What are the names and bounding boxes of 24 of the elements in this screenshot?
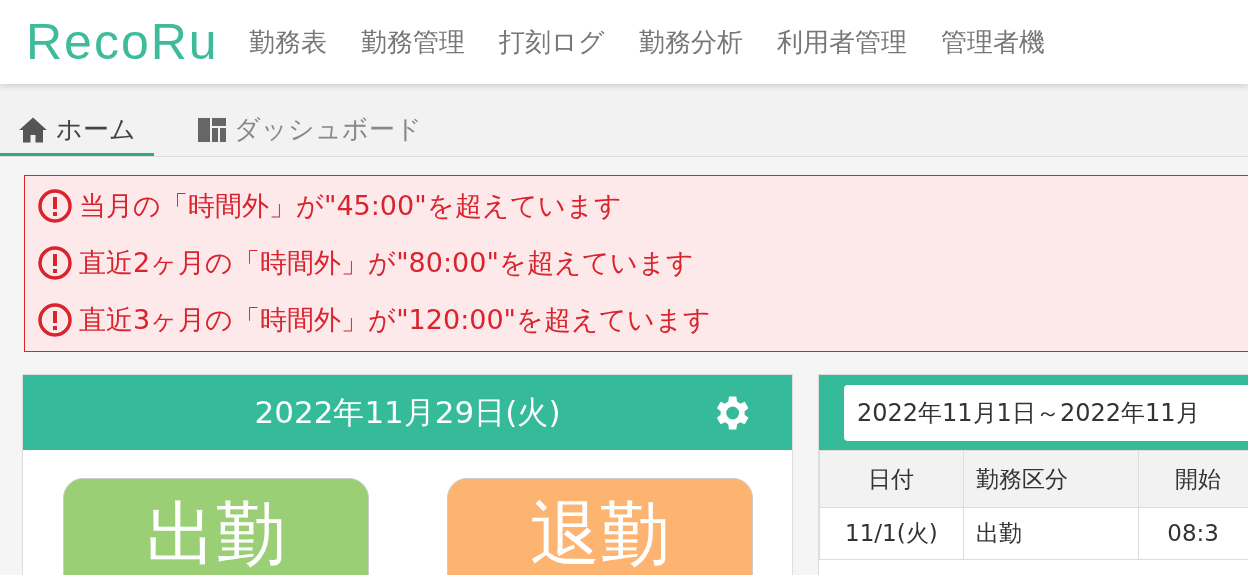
nav-link[interactable]: 利用者管理 — [776, 22, 907, 62]
nav-link[interactable]: 勤務表 — [248, 22, 327, 62]
warning-icon — [37, 302, 73, 338]
column-header: 勤務区分 — [963, 450, 1139, 508]
date-heading: 2022年11月29日(火) — [254, 393, 561, 433]
home-icon — [18, 115, 48, 144]
nav-link[interactable]: 勤務管理 — [360, 22, 465, 62]
nav-tab[interactable]: ダッシュボード — [180, 106, 440, 156]
warning-icon — [37, 188, 73, 224]
app-logo[interactable]: RecoRu — [26, 17, 219, 67]
column-header: 開始 — [1138, 450, 1248, 508]
nav-link[interactable]: 打刻ログ — [498, 22, 605, 62]
nav-link[interactable]: 管理者機 — [940, 22, 1045, 62]
nav-link[interactable]: 勤務分析 — [638, 22, 743, 62]
table-cell: 11/1(火) — [819, 507, 964, 560]
alert-message: 直近2ヶ月の「時間外」が"80:00"を超えています — [79, 246, 694, 280]
column-header: 日付 — [819, 450, 964, 508]
period-field[interactable]: 2022年11月1日～2022年11月 — [844, 385, 1248, 441]
alert-message: 当月の「時間外」が"45:00"を超えています — [79, 189, 622, 223]
table-cell: 出勤 — [963, 507, 1139, 560]
alert-message: 直近3ヶ月の「時間外」が"120:00"を超えています — [79, 303, 711, 337]
nav-tab[interactable]: ホーム — [0, 106, 154, 156]
dashboard-icon — [198, 117, 226, 142]
warning-icon — [37, 245, 73, 281]
